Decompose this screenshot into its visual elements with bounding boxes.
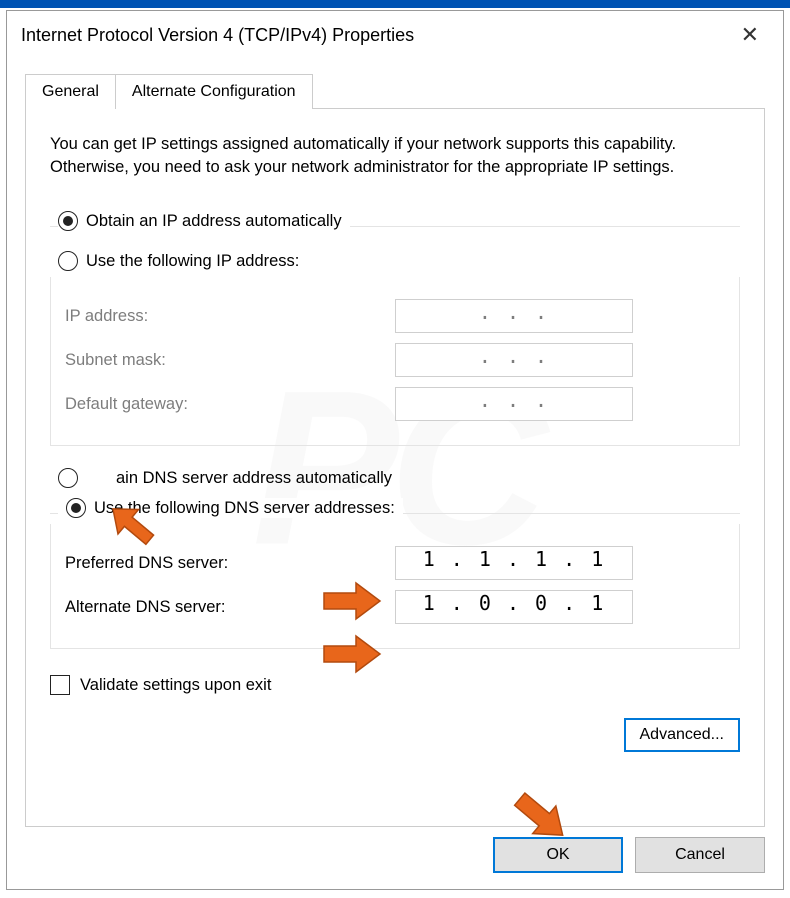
radio-use-following-dns[interactable] [66,498,86,518]
preferred-dns-label: Preferred DNS server: [65,554,395,573]
radio-obtain-dns-auto[interactable] [58,468,78,488]
tab-general[interactable]: General [25,74,116,109]
ok-button[interactable]: OK [493,837,623,873]
tab-panel-general: PC You can get IP settings assigned auto… [25,109,765,827]
preferred-dns-input[interactable]: 1 . 1 . 1 . 1 [395,546,633,580]
radio-use-following-dns-label: Use the following DNS server addresses: [94,499,395,518]
window-title: Internet Protocol Version 4 (TCP/IPv4) P… [21,25,414,46]
cancel-button[interactable]: Cancel [635,837,765,873]
validate-settings-checkbox[interactable] [50,675,70,695]
radio-obtain-ip-auto-label: Obtain an IP address automatically [86,212,342,231]
titlebar: Internet Protocol Version 4 (TCP/IPv4) P… [7,11,783,57]
description-text: You can get IP settings assigned automat… [50,133,740,179]
tab-alternate-configuration[interactable]: Alternate Configuration [116,74,313,109]
subnet-mask-input: . . . [395,343,633,377]
radio-use-following-ip[interactable] [58,251,78,271]
subnet-mask-label: Subnet mask: [65,351,395,370]
dialog-buttons: OK Cancel [493,837,765,873]
ip-address-group: Obtain an IP address automatically Use t… [50,211,740,446]
alternate-dns-label: Alternate DNS server: [65,598,395,617]
validate-settings-label: Validate settings upon exit [80,676,271,695]
radio-obtain-ip-auto[interactable] [58,211,78,231]
radio-obtain-dns-auto-label: ain DNS server address automatically [116,469,392,488]
close-icon[interactable]: ✕ [731,20,769,50]
alternate-dns-input[interactable]: 1 . 0 . 0 . 1 [395,590,633,624]
tabs: General Alternate Configuration [25,71,765,109]
dialog-window: Internet Protocol Version 4 (TCP/IPv4) P… [6,10,784,890]
ip-address-input: . . . [395,299,633,333]
advanced-button[interactable]: Advanced... [624,718,741,752]
ip-address-label: IP address: [65,307,395,326]
dns-server-group: ain DNS server address automatically Use… [50,468,740,649]
radio-use-following-ip-label: Use the following IP address: [86,252,299,271]
default-gateway-input: . . . [395,387,633,421]
default-gateway-label: Default gateway: [65,395,395,414]
validate-settings-row: Validate settings upon exit [50,675,740,695]
